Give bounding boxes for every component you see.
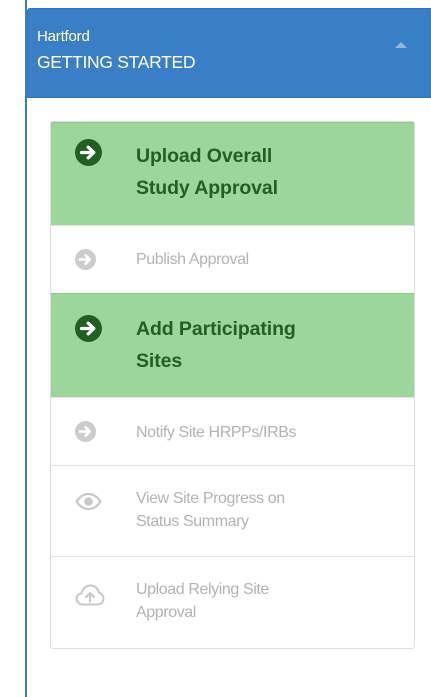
arrow-circle-right-icon [75,421,96,442]
step-label: View Site Progress on Status Summary [136,490,285,530]
collapse-caret-icon[interactable] [395,42,407,48]
step-publish-approval[interactable]: Publish Approval [51,225,414,293]
panel-title: GETTING STARTED [37,52,196,72]
step-label: Publish Approval [136,251,249,268]
step-label: Upload Relying Site Approval [136,581,269,621]
step-label: Notify Site HRPPs/IRBs [136,424,297,441]
step-notify-site-hrpps-irbs[interactable]: Notify Site HRPPs/IRBs [51,397,414,465]
step-upload-relying-site-approval[interactable]: Upload Relying Site Approval [51,556,414,648]
arrow-circle-right-icon [75,315,102,342]
step-add-participating-sites[interactable]: Add Participating Sites [51,293,414,397]
step-view-site-progress[interactable]: View Site Progress on Status Summary [51,465,414,556]
arrow-circle-right-icon [75,249,96,270]
site-name: Hartford [37,28,90,45]
step-upload-overall-study-approval[interactable]: Upload Overall Study Approval [51,122,414,225]
step-label: Upload Overall Study Approval [136,145,278,199]
steps-list: Upload Overall Study Approval Publish Ap… [50,121,415,649]
eye-icon [75,493,102,510]
getting-started-panel: Hartford GETTING STARTED Upload Overall … [25,0,431,697]
arrow-circle-right-icon [75,139,102,166]
cloud-upload-icon [75,584,105,606]
panel-header[interactable]: Hartford GETTING STARTED [27,8,431,98]
step-label: Add Participating Sites [136,318,296,372]
